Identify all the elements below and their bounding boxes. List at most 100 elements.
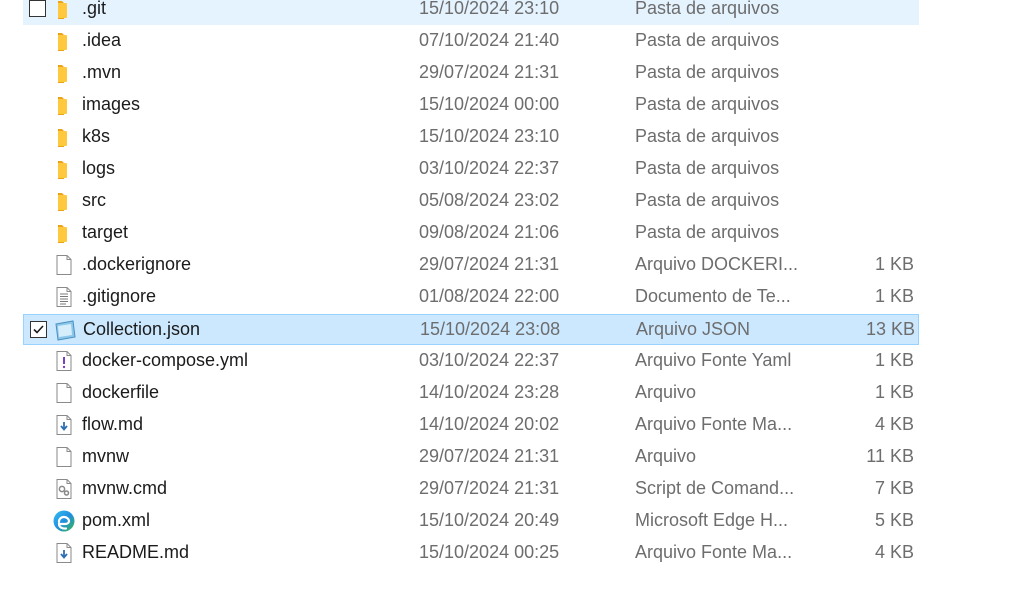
file-type: Pasta de arquivos xyxy=(635,158,780,178)
file-size: 11 KB xyxy=(866,446,914,466)
file-row[interactable]: .gitignore 01/08/2024 22:00 Documento de T… xyxy=(23,282,919,313)
file-type: Pasta de arquivos xyxy=(635,0,780,18)
file-row[interactable]: k8s 15/10/2024 23:10 Pasta de arquivos xyxy=(23,122,919,153)
file-row[interactable]: .mvn 29/07/2024 21:31 Pasta de arquivos xyxy=(23,58,919,89)
file-name: images xyxy=(82,94,141,114)
file-row[interactable]: mvnw 29/07/2024 21:31 Arquivo 11 KB xyxy=(23,442,919,473)
file-size: 1 KB xyxy=(874,254,914,274)
folder-icon xyxy=(52,125,76,149)
folder-icon xyxy=(52,93,76,117)
file-name: .idea xyxy=(82,30,122,50)
file-type: Script de Comand... xyxy=(635,478,795,498)
file-date-modified: 14/10/2024 23:28 xyxy=(419,382,560,402)
file-date-modified: 15/10/2024 20:49 xyxy=(419,510,560,530)
markdown-file-icon xyxy=(52,541,76,565)
text-file-icon xyxy=(52,285,76,309)
file-date-modified: 14/10/2024 20:02 xyxy=(419,414,560,434)
file-date-modified: 29/07/2024 21:31 xyxy=(419,446,560,466)
folder-icon xyxy=(52,221,76,245)
file-size: 4 KB xyxy=(874,542,914,562)
file-type: Pasta de arquivos xyxy=(635,222,780,242)
file-row[interactable]: target 09/08/2024 21:06 Pasta de arquivos xyxy=(23,218,919,249)
file-date-modified: 29/07/2024 21:31 xyxy=(419,62,560,82)
file-size: 5 KB xyxy=(874,510,914,530)
file-date-modified: 15/10/2024 00:00 xyxy=(419,94,560,114)
file-type: Arquivo Fonte Yaml xyxy=(635,350,792,370)
folder-icon xyxy=(52,157,76,181)
file-name: docker-compose.yml xyxy=(82,350,249,370)
blank-file-icon xyxy=(52,381,76,405)
file-name: mvnw xyxy=(82,446,130,466)
yaml-file-icon xyxy=(52,349,76,373)
file-name: k8s xyxy=(82,126,111,146)
file-type: Pasta de arquivos xyxy=(635,30,780,50)
file-row[interactable]: mvnw.cmd 29/07/2024 21:31 Script de Comand… xyxy=(23,474,919,505)
file-size: 7 KB xyxy=(874,478,914,498)
file-type: Pasta de arquivos xyxy=(635,126,780,146)
file-date-modified: 29/07/2024 21:31 xyxy=(419,478,560,498)
file-row[interactable]: pom.xml 15/10/2024 20:49 Microsoft Edge H.… xyxy=(23,506,919,537)
file-row[interactable]: logs 03/10/2024 22:37 Pasta de arquivos xyxy=(23,154,919,185)
cmd-script-icon xyxy=(52,477,76,501)
file-name: mvnw.cmd xyxy=(82,478,168,498)
file-date-modified: 09/08/2024 21:06 xyxy=(419,222,560,242)
file-date-modified: 03/10/2024 22:37 xyxy=(419,350,560,370)
file-date-modified: 15/10/2024 00:25 xyxy=(419,542,560,562)
file-date-modified: 05/08/2024 23:02 xyxy=(419,190,560,210)
folder-icon xyxy=(52,61,76,85)
file-type: Arquivo xyxy=(635,446,697,466)
file-type: Microsoft Edge H... xyxy=(635,510,789,530)
file-name: src xyxy=(82,190,106,210)
file-row[interactable]: docker-compose.yml 03/10/2024 22:37 Arquiv… xyxy=(23,346,919,377)
file-row[interactable]: README.md 15/10/2024 00:25 Arquivo Fonte M… xyxy=(23,538,919,569)
file-date-modified: 15/10/2024 23:10 xyxy=(419,0,560,18)
file-date-modified: 07/10/2024 21:40 xyxy=(419,30,560,50)
row-checkbox[interactable] xyxy=(30,321,47,338)
file-row[interactable]: src 05/08/2024 23:02 Pasta de arquivos xyxy=(23,186,919,217)
file-type: Arquivo Fonte Ma... xyxy=(635,542,793,562)
file-row[interactable]: dockerfile 14/10/2024 23:28 Arquivo 1 KB xyxy=(23,378,919,409)
folder-icon xyxy=(52,0,76,21)
file-type: Arquivo Fonte Ma... xyxy=(635,414,793,434)
file-row[interactable]: .dockerignore 29/07/2024 21:31 Arquivo DOC… xyxy=(23,250,919,281)
file-name: .gitignore xyxy=(82,286,157,306)
file-name: .dockerignore xyxy=(82,254,192,274)
file-row[interactable]: images 15/10/2024 00:00 Pasta de arquivos xyxy=(23,90,919,121)
file-row[interactable]: Collection.json 15/10/2024 23:08 Arquivo J… xyxy=(23,314,919,345)
folder-icon xyxy=(52,189,76,213)
file-name: .git xyxy=(82,0,107,18)
file-name: .mvn xyxy=(82,62,122,82)
file-name: Collection.json xyxy=(83,319,201,339)
file-size: 4 KB xyxy=(874,414,914,434)
file-row[interactable]: .git 15/10/2024 23:10 Pasta de arquivos xyxy=(23,0,919,25)
file-date-modified: 03/10/2024 22:37 xyxy=(419,158,560,178)
markdown-file-icon xyxy=(52,413,76,437)
file-date-modified: 15/10/2024 23:08 xyxy=(420,319,561,339)
file-row[interactable]: .idea 07/10/2024 21:40 Pasta de arquivos xyxy=(23,26,919,57)
file-name: dockerfile xyxy=(82,382,160,402)
file-size: 13 KB xyxy=(865,319,915,339)
file-name: pom.xml xyxy=(82,510,151,530)
file-size: 1 KB xyxy=(874,382,914,402)
file-type: Arquivo xyxy=(635,382,697,402)
file-date-modified: 01/08/2024 22:00 xyxy=(419,286,560,306)
file-name: README.md xyxy=(82,542,190,562)
row-checkbox[interactable] xyxy=(29,0,46,17)
file-type: Pasta de arquivos xyxy=(635,190,780,210)
file-name: logs xyxy=(82,158,116,178)
file-name: flow.md xyxy=(82,414,144,434)
file-type: Pasta de arquivos xyxy=(635,94,780,114)
edge-icon xyxy=(52,509,76,533)
file-type: Arquivo JSON xyxy=(636,319,751,339)
blank-file-icon xyxy=(52,253,76,277)
file-size: 1 KB xyxy=(874,350,914,370)
file-name: target xyxy=(82,222,129,242)
blank-file-icon xyxy=(52,445,76,469)
folder-icon xyxy=(52,29,76,53)
file-date-modified: 29/07/2024 21:31 xyxy=(419,254,560,274)
file-type: Documento de Te... xyxy=(635,286,791,306)
file-type: Pasta de arquivos xyxy=(635,62,780,82)
file-row[interactable]: flow.md 14/10/2024 20:02 Arquivo Fonte Ma.… xyxy=(23,410,919,441)
file-size: 1 KB xyxy=(874,286,914,306)
file-type: Arquivo DOCKERI... xyxy=(635,254,799,274)
